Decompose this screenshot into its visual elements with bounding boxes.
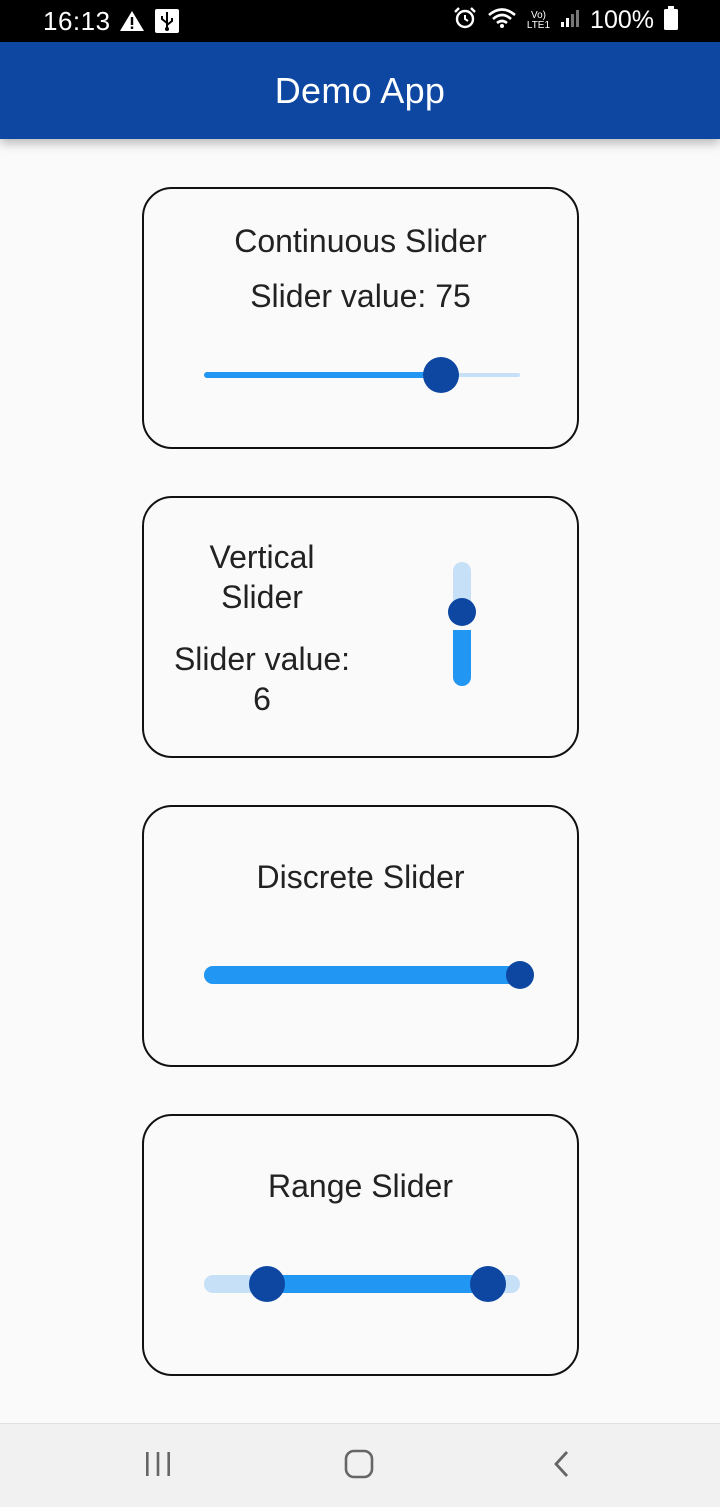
volte-icon: Vo) LTE1: [526, 9, 551, 31]
range-slider-end-thumb[interactable]: [470, 1266, 507, 1302]
signal-icon: [560, 8, 580, 33]
continuous-slider-value: Slider value: 75: [250, 278, 471, 314]
navigation-bar: [0, 1423, 720, 1507]
battery-percent: 100%: [590, 6, 654, 34]
status-right: Vo) LTE1 100%: [453, 6, 678, 35]
app-title: Demo App: [274, 69, 446, 111]
home-button[interactable]: [329, 1444, 389, 1488]
usb-icon: [155, 9, 179, 38]
app-bar: Demo App: [0, 42, 720, 139]
continuous-slider-thumb[interactable]: [423, 357, 459, 393]
range-slider-title: Range Slider: [268, 1168, 453, 1204]
continuous-slider-active-track: [204, 372, 441, 378]
vertical-slider-card: Vertical Slider Slider value: 6: [142, 496, 579, 758]
continuous-slider-card: Continuous Slider Slider value: 75: [142, 187, 579, 449]
continuous-slider[interactable]: [202, 355, 522, 395]
range-slider-start-thumb[interactable]: [249, 1266, 286, 1302]
network-label: LTE1: [526, 19, 551, 31]
discrete-slider-title: Discrete Slider: [256, 859, 465, 895]
warning-icon: [119, 10, 145, 37]
vertical-slider-title-line1: Vertical: [209, 539, 315, 575]
alarm-icon: [453, 6, 477, 35]
battery-icon: [664, 6, 678, 35]
status-bar: 16:13 Vo) LTE1 100%: [0, 0, 720, 42]
back-button[interactable]: [531, 1444, 591, 1488]
vertical-slider-title-line2: Slider: [221, 579, 303, 615]
vertical-slider-value-line2: 6: [253, 681, 271, 717]
range-slider-active-track: [267, 1275, 489, 1293]
status-left-icons: [119, 9, 179, 38]
range-slider[interactable]: [202, 1264, 522, 1304]
discrete-slider-active-track: [204, 966, 520, 984]
back-icon: [551, 1449, 571, 1484]
continuous-slider-title: Continuous Slider: [234, 223, 487, 259]
vertical-slider-thumb[interactable]: [448, 597, 476, 626]
wifi-icon: [487, 7, 517, 34]
vertical-slider-value-line1: Slider value:: [173, 641, 351, 677]
status-time: 16:13: [43, 6, 111, 36]
volte-label: Vo): [530, 9, 546, 21]
recent-apps-icon: [144, 1451, 172, 1482]
recent-apps-button[interactable]: [128, 1444, 188, 1488]
discrete-slider-thumb[interactable]: [506, 961, 534, 989]
discrete-slider-card: Discrete Slider: [142, 805, 579, 1067]
discrete-slider[interactable]: [202, 955, 536, 995]
range-slider-card: Range Slider: [142, 1114, 579, 1376]
vertical-slider[interactable]: [442, 560, 482, 690]
home-icon: [344, 1449, 374, 1484]
